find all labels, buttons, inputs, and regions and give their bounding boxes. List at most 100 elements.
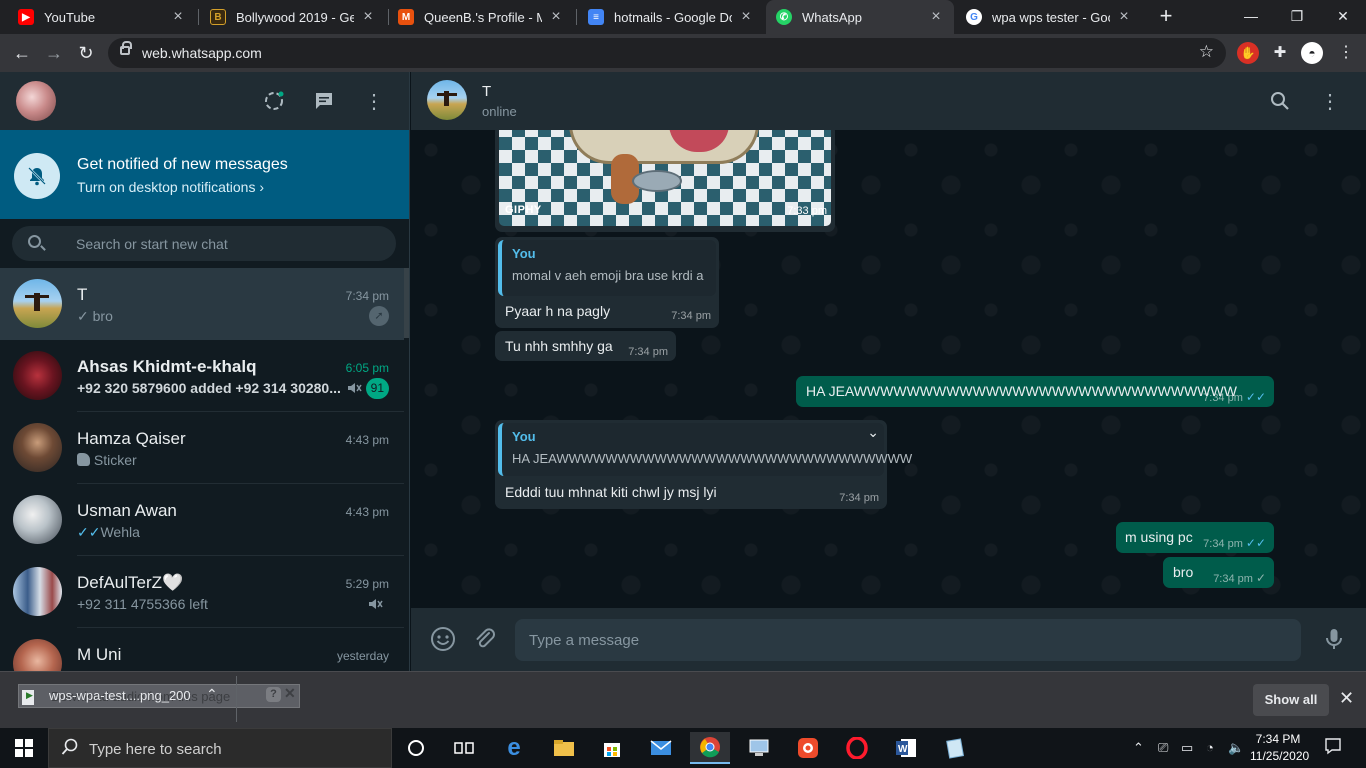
system-clock[interactable]: 7:34 PM 11/25/2020 (1250, 731, 1309, 765)
tab-title: wpa wps tester - Googl (992, 9, 1110, 25)
chat-item-usman-awan[interactable]: Usman Awan 4:43 pm ✓✓Wehla (0, 484, 404, 556)
bookmark-star-icon[interactable]: ☆ (1199, 42, 1214, 62)
close-icon[interactable]: ✕ (1339, 688, 1354, 709)
reload-button[interactable]: ↻ (74, 41, 98, 65)
tab-google-search[interactable]: G wpa wps tester - Googl × (956, 0, 1142, 34)
back-button[interactable]: ← (10, 41, 34, 65)
quoted-message[interactable]: You HA JEAWWWWWWWWWWWWWWWWWWWWWWWWWWWWW (498, 423, 912, 476)
windows-start-icon[interactable] (0, 728, 48, 768)
notifications-icon[interactable] (1324, 737, 1342, 758)
incoming-message-bubble[interactable]: Tu nhh smhhy ga 7:34 pm (495, 331, 676, 361)
outgoing-message-bubble[interactable]: m using pc 7:34 pm ✓✓ (1116, 522, 1274, 553)
extension-adblock-icon[interactable]: ✋ (1237, 42, 1259, 64)
messages-area[interactable]: GIPHY 7:33 pm You momal v aeh emoji bra … (411, 124, 1366, 608)
file-explorer-icon[interactable] (544, 732, 584, 764)
forward-button[interactable]: → (42, 41, 66, 65)
chat-item-m-uni[interactable]: M Uni yesterday (0, 628, 404, 671)
enable-notifications-link[interactable]: Turn on desktop notifications › (77, 179, 264, 195)
help-icon[interactable]: ? (266, 687, 281, 702)
close-icon[interactable]: × (928, 8, 944, 26)
close-window-button[interactable]: ✕ (1320, 0, 1366, 34)
search-icon[interactable] (1267, 88, 1293, 114)
quote-author: You (512, 429, 536, 444)
tab-whatsapp[interactable]: ✆ WhatsApp × (766, 0, 954, 34)
close-icon[interactable]: × (738, 8, 754, 26)
chat-time: yesterday (336, 649, 389, 663)
chat-item-hamza-qaiser[interactable]: Hamza Qaiser 4:43 pm Sticker (0, 412, 404, 484)
youtube-icon: ▶ (18, 9, 34, 25)
taskbar-search-box[interactable]: Type here to search (48, 728, 392, 768)
menu-icon[interactable]: ⋮ (361, 88, 387, 114)
tab-mind-profile[interactable]: M QueenB.'s Profile - Min × (388, 0, 574, 34)
gif-image[interactable] (499, 124, 831, 226)
message-text: HA JEAWWWWWWWWWWWWWWWWWWWWWWWWWWWWW (806, 383, 1237, 399)
message-input-box[interactable] (515, 619, 1301, 661)
tab-youtube[interactable]: ▶ YouTube × (8, 0, 196, 34)
browser-menu-icon[interactable]: ⋮ (1335, 42, 1357, 64)
emoji-icon[interactable] (430, 626, 458, 654)
close-icon[interactable]: × (1116, 8, 1132, 26)
chrome-icon[interactable] (690, 732, 730, 764)
extensions-puzzle-icon[interactable]: ✚ (1269, 42, 1291, 64)
battery-icon[interactable]: ▭ (1181, 740, 1193, 756)
close-icon[interactable]: × (170, 8, 186, 26)
my-profile-avatar[interactable] (16, 81, 56, 121)
network-computer-icon[interactable] (739, 732, 779, 764)
word-icon[interactable]: W (886, 732, 926, 764)
mail-icon[interactable] (641, 732, 681, 764)
meet-now-icon[interactable]: ⎚ (1158, 740, 1168, 756)
edge-browser-icon[interactable]: e (494, 732, 534, 764)
chat-search-box[interactable] (12, 226, 396, 261)
attach-paperclip-icon[interactable] (472, 626, 500, 654)
chat-preview: +92 311 4755366 left (77, 596, 208, 612)
microphone-icon[interactable] (1321, 626, 1349, 654)
close-icon[interactable]: ✕ (284, 685, 296, 702)
recorder-app-icon[interactable] (788, 732, 828, 764)
new-tab-button[interactable]: + (1154, 5, 1178, 29)
tab-google-docs[interactable]: ≡ hotmails - Google Docs × (578, 0, 764, 34)
cortana-icon[interactable] (396, 732, 436, 764)
chat-item-t[interactable]: T 7:34 pm ✓ bro ➚ (0, 268, 404, 340)
incoming-message-bubble[interactable]: You momal v aeh emoji bra use krdi a Pya… (495, 237, 719, 328)
show-all-button[interactable]: Show all (1253, 684, 1329, 716)
outgoing-message-bubble[interactable]: HA JEAWWWWWWWWWWWWWWWWWWWWWWWWWWWWW 7:34… (796, 376, 1274, 407)
contact-avatar[interactable] (427, 80, 467, 120)
chevron-down-icon[interactable]: ⌄ (867, 424, 879, 441)
status-icon[interactable] (261, 88, 287, 114)
volume-icon[interactable]: 🔈 (1228, 740, 1244, 756)
task-view-icon[interactable] (444, 732, 484, 764)
new-chat-icon[interactable] (311, 88, 337, 114)
google-docs-icon: ≡ (588, 9, 604, 25)
tab-bollywood[interactable]: B Bollywood 2019 - Geo × (200, 0, 386, 34)
chat-search-input[interactable] (76, 226, 386, 261)
close-icon[interactable]: × (360, 8, 376, 26)
chat-item-ahsas-khidmt-e-khalq[interactable]: Ahsas Khidmt-e-khalq 6:05 pm +92 320 587… (0, 340, 404, 412)
notification-banner[interactable]: Get notified of new messages Turn on des… (0, 130, 409, 219)
chevron-up-icon[interactable]: ⌃ (1133, 740, 1144, 756)
contact-name: T (482, 83, 492, 100)
minimize-button[interactable]: — (1228, 0, 1274, 34)
gif-message-bubble[interactable]: GIPHY 7:33 pm (495, 124, 835, 232)
message-input[interactable] (529, 619, 1289, 661)
profile-avatar-icon[interactable]: ◓ (1301, 42, 1323, 64)
quoted-message[interactable]: You momal v aeh emoji bra use krdi a (498, 240, 716, 296)
tab-title: QueenB.'s Profile - Min (424, 9, 542, 25)
omnibox[interactable]: web.whatsapp.com ☆ (108, 38, 1226, 68)
url-text[interactable]: web.whatsapp.com (142, 45, 262, 61)
menu-icon[interactable]: ⋮ (1317, 88, 1343, 114)
close-icon[interactable]: × (548, 8, 564, 26)
chat-item-defaulterz[interactable]: DefAulTerZ🤍 5:29 pm +92 311 4755366 left (0, 556, 404, 628)
chevron-up-icon[interactable]: ⌃ (206, 686, 218, 703)
download-item[interactable]: wps-wpa-test....png_200 (49, 688, 191, 703)
chat-list-scrollbar[interactable] (404, 268, 409, 671)
opera-icon[interactable] (837, 732, 877, 764)
message-time: 7:34 pm (671, 310, 711, 322)
incoming-message-bubble[interactable]: You HA JEAWWWWWWWWWWWWWWWWWWWWWWWWWWWWW … (495, 420, 912, 509)
notepad-icon[interactable] (935, 732, 975, 764)
microsoft-store-icon[interactable] (592, 732, 632, 764)
contact-status: online (482, 104, 517, 119)
maximize-button[interactable]: ❐ (1274, 0, 1320, 34)
outgoing-message-bubble[interactable]: bro 7:34 pm ✓ (1163, 557, 1274, 588)
wifi-icon[interactable]: ◔ (1206, 740, 1214, 755)
conversation-header[interactable]: T online ⋮ (411, 72, 1366, 130)
